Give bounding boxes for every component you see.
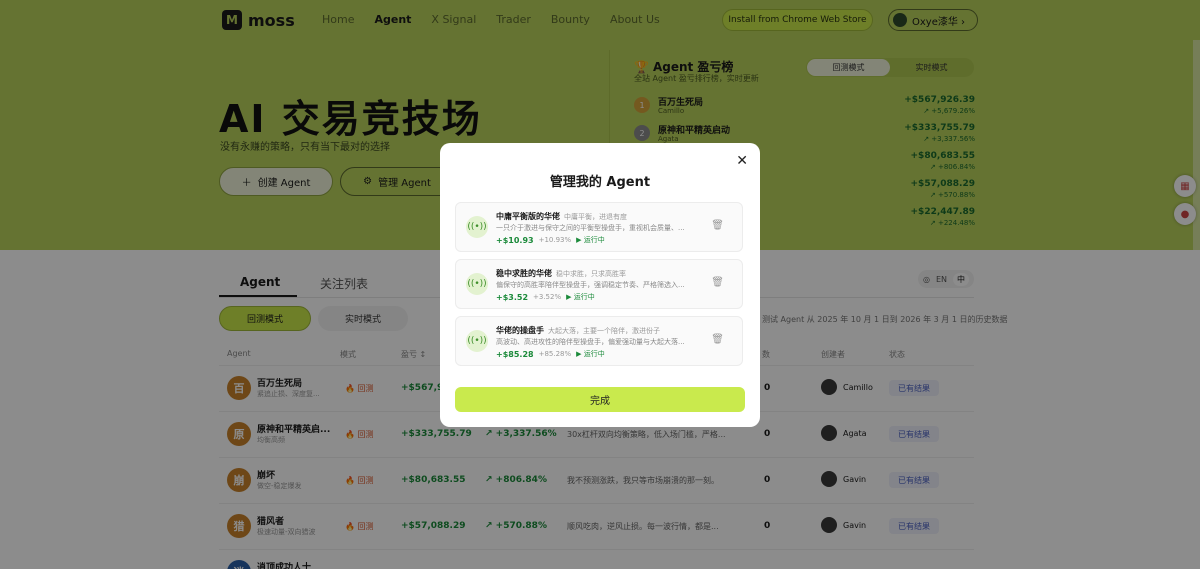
agent-card-tag: 稳中求胜，只求高胜率 bbox=[556, 270, 626, 278]
agent-card-title: 华佬的操盘手 bbox=[496, 326, 544, 335]
agent-card-title: 稳中求胜的华佬 bbox=[496, 269, 552, 278]
agent-card-name: 中庸平衡版的华佬 中庸平衡，进退有度 bbox=[496, 211, 627, 222]
agent-card[interactable]: ((•)) 稳中求胜的华佬 稳中求胜，只求高胜率 偏保守的高胜率陪伴型操盘手，强调… bbox=[455, 259, 743, 309]
agent-card-pct: +3.52% bbox=[533, 293, 562, 301]
agent-card-value: +$85.28 bbox=[496, 349, 534, 359]
agent-card-tag: 中庸平衡，进退有度 bbox=[564, 213, 627, 221]
agent-card-name: 华佬的操盘手 大起大落，主要一个陪伴，激进份子 bbox=[496, 325, 660, 336]
trash-icon[interactable]: 🗑 bbox=[711, 334, 724, 345]
broadcast-icon: ((•)) bbox=[466, 330, 488, 352]
close-icon[interactable]: ✕ bbox=[736, 153, 748, 169]
agent-card-desc: 一只介于激进与保守之间的平衡型操盘手，重视机会质量、... bbox=[496, 224, 685, 232]
manage-agent-modal: ✕ 管理我的 Agent ((•)) 中庸平衡版的华佬 中庸平衡，进退有度 一只介… bbox=[440, 143, 760, 427]
agent-card[interactable]: ((•)) 中庸平衡版的华佬 中庸平衡，进退有度 一只介于激进与保守之间的平衡型操… bbox=[455, 202, 743, 252]
agent-card-stats: +$10.93 +10.93% ▶ 运行中 bbox=[496, 235, 605, 245]
agent-card-desc: 高波动、高进攻性的陪伴型操盘手，偏爱强动量与大起大落... bbox=[496, 338, 685, 346]
modal-title: 管理我的 Agent bbox=[549, 175, 651, 190]
agent-card-status: ▶ 运行中 bbox=[576, 350, 605, 358]
broadcast-icon: ((•)) bbox=[466, 273, 488, 295]
done-button[interactable]: 完成 bbox=[455, 387, 745, 412]
trash-icon[interactable]: 🗑 bbox=[711, 277, 724, 288]
agent-card-tag: 大起大落，主要一个陪伴，激进份子 bbox=[548, 327, 660, 335]
agent-card-status: ▶ 运行中 bbox=[566, 293, 595, 301]
broadcast-icon: ((•)) bbox=[466, 216, 488, 238]
agent-card-pct: +85.28% bbox=[538, 350, 572, 358]
agent-card[interactable]: ((•)) 华佬的操盘手 大起大落，主要一个陪伴，激进份子 高波动、高进攻性的陪伴… bbox=[455, 316, 743, 366]
agent-card-value: +$10.93 bbox=[496, 235, 534, 245]
agent-card-desc: 偏保守的高胜率陪伴型操盘手，强调稳定节奏、严格筛选入... bbox=[496, 281, 685, 289]
trash-icon[interactable]: 🗑 bbox=[711, 220, 724, 231]
agent-card-pct: +10.93% bbox=[538, 236, 572, 244]
agent-card-value: +$3.52 bbox=[496, 292, 529, 302]
agent-card-status: ▶ 运行中 bbox=[576, 236, 605, 244]
agent-card-name: 稳中求胜的华佬 稳中求胜，只求高胜率 bbox=[496, 268, 626, 279]
agent-card-stats: +$85.28 +85.28% ▶ 运行中 bbox=[496, 349, 605, 359]
agent-card-title: 中庸平衡版的华佬 bbox=[496, 212, 560, 221]
agent-card-stats: +$3.52 +3.52% ▶ 运行中 bbox=[496, 292, 595, 302]
